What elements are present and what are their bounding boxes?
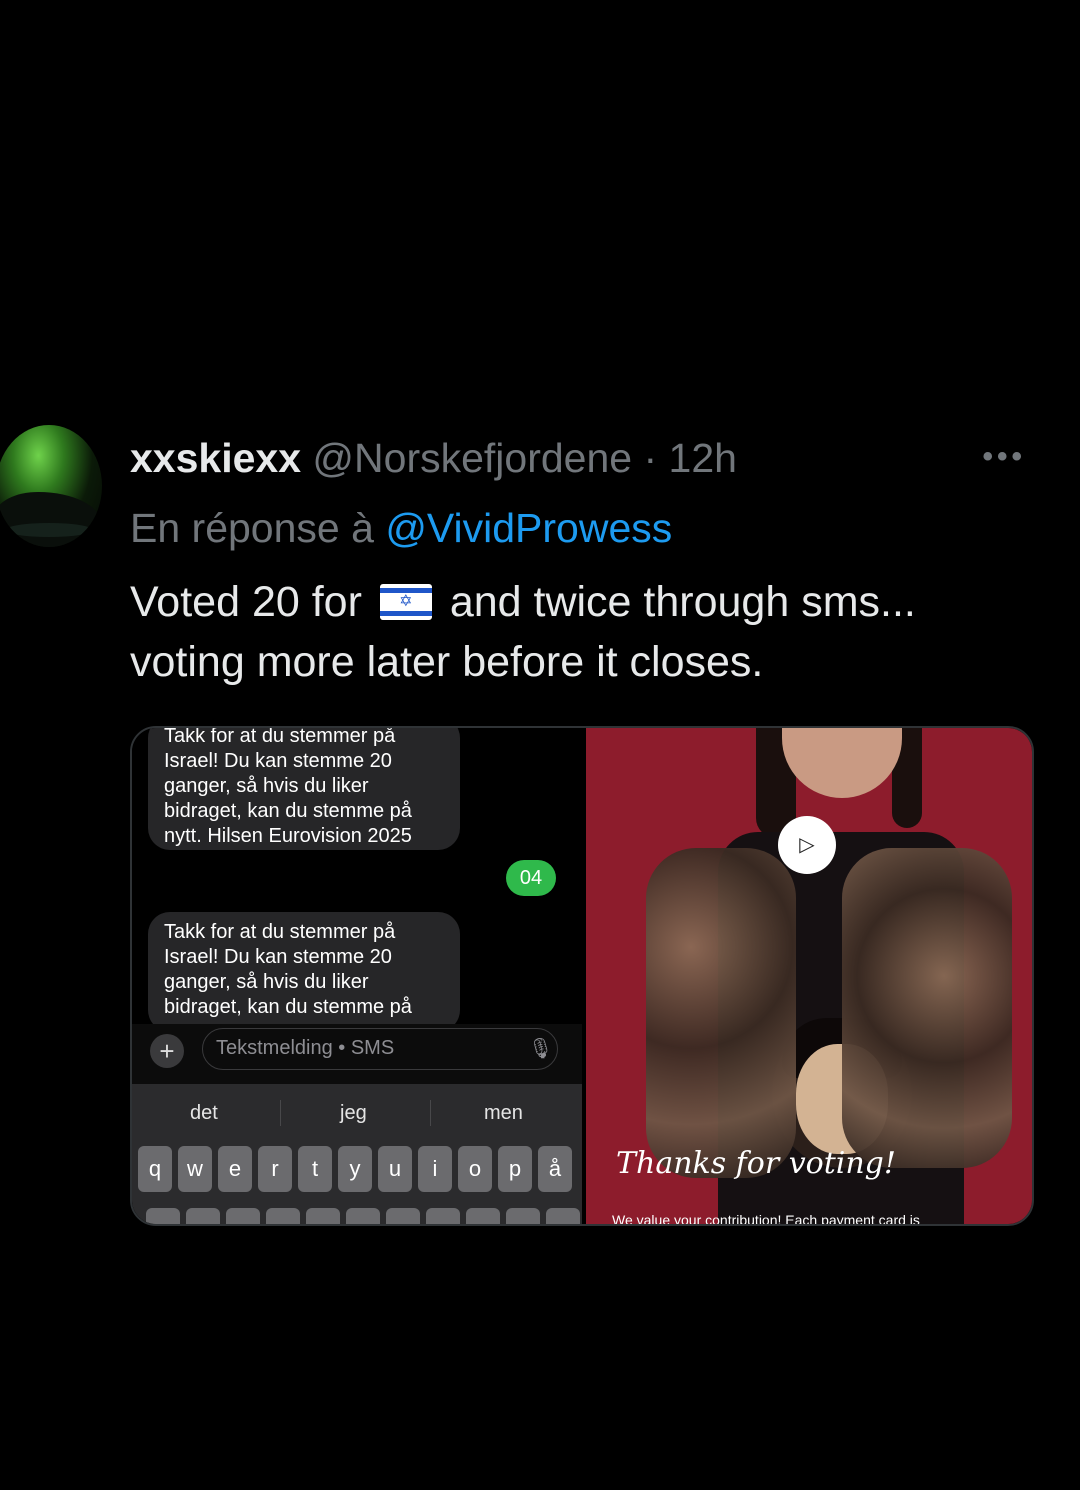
tweet-media[interactable]: Takk for at du stemmer på Israel! Du kan…	[130, 726, 1034, 1226]
key-t: t	[298, 1146, 332, 1192]
sms-bubble-received-1: Takk for at du stemmer på Israel! Du kan…	[148, 728, 460, 850]
key-row2	[266, 1208, 300, 1224]
thanks-caption: Thanks for voting!	[616, 1146, 896, 1181]
key-row2	[306, 1208, 340, 1224]
key-row2	[186, 1208, 220, 1224]
key-y: y	[338, 1146, 372, 1192]
key-row2	[466, 1208, 500, 1224]
tweet-text: Voted 20 for ✡ and twice through sms... …	[130, 572, 1030, 692]
fur-sleeve-right	[842, 848, 1012, 1168]
sms-bubble-sent: 04	[506, 860, 556, 896]
sms-bubble-received-2: Takk for at du stemmer på Israel! Du kan…	[148, 912, 460, 1032]
plus-icon: +	[150, 1034, 184, 1068]
reply-prefix: En réponse à	[130, 505, 374, 551]
play-icon[interactable]: ▷	[778, 816, 836, 874]
tweet-text-part-1: Voted 20 for	[130, 578, 362, 626]
reply-mention-link[interactable]: @VividProwess	[385, 505, 672, 551]
key-p: p	[498, 1146, 532, 1192]
contribution-caption: We value your contribution! Each payment…	[612, 1212, 920, 1224]
key-u: u	[378, 1146, 412, 1192]
reply-context: En réponse à @VividProwess	[130, 502, 672, 554]
israel-flag-icon: ✡	[379, 584, 432, 620]
key-a-ring: å	[538, 1146, 572, 1192]
avatar-lake	[6, 523, 92, 537]
key-row2	[386, 1208, 420, 1224]
key-row2	[346, 1208, 380, 1224]
key-row2	[226, 1208, 260, 1224]
key-q: q	[138, 1146, 172, 1192]
figure-face	[782, 728, 902, 798]
sms-input-placeholder: Tekstmelding • SMS	[216, 1037, 395, 1059]
key-o: o	[458, 1146, 492, 1192]
key-row2	[146, 1208, 180, 1224]
fur-sleeve-left	[646, 848, 796, 1178]
key-row2	[506, 1208, 540, 1224]
key-w: w	[178, 1146, 212, 1192]
key-i: i	[418, 1146, 452, 1192]
key-r: r	[258, 1146, 292, 1192]
avatar[interactable]	[0, 425, 102, 547]
separator-dot: ·	[643, 435, 658, 481]
key-row2	[546, 1208, 580, 1224]
suggestion-3: men	[484, 1102, 523, 1124]
timestamp[interactable]: 12h	[669, 435, 737, 481]
suggestion-2: jeg	[340, 1102, 367, 1124]
media-video-thumbnail[interactable]: ▷ Thanks for voting! We value your contr…	[586, 728, 1032, 1224]
suggestion-divider	[280, 1100, 281, 1126]
suggestion-divider	[430, 1100, 431, 1126]
suggestion-1: det	[190, 1102, 218, 1124]
key-e: e	[218, 1146, 252, 1192]
avatar-landscape	[0, 492, 102, 547]
microphone-icon: 🎙	[528, 1038, 554, 1060]
more-options-icon[interactable]: •••	[982, 440, 1026, 474]
key-row2	[426, 1208, 460, 1224]
user-handle[interactable]: @Norskefjordene	[312, 435, 632, 481]
tweet-header: xxskiexx @Norskefjordene · 12h	[130, 432, 737, 484]
media-image-sms[interactable]: Takk for at du stemmer på Israel! Du kan…	[132, 728, 582, 1224]
display-name[interactable]: xxskiexx	[130, 435, 301, 481]
